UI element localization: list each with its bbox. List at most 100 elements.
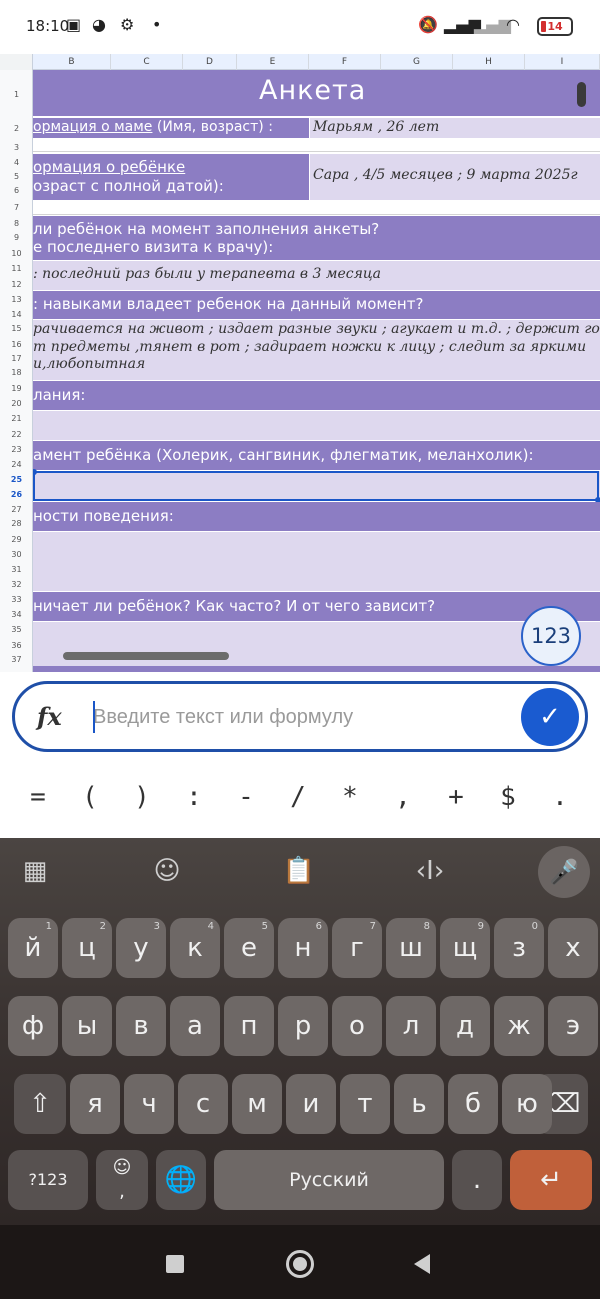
row-header-35[interactable]: 35 (0, 625, 33, 634)
symbol-comma-button[interactable]: , (377, 772, 429, 822)
fx-icon[interactable]: fx (37, 702, 62, 731)
key-3-row3[interactable]: с (178, 1074, 228, 1134)
crying-answer-cell[interactable] (33, 622, 600, 672)
row-header-36[interactable]: 36 (0, 641, 33, 650)
key-5-row2[interactable]: п (224, 996, 274, 1056)
sticker-icon[interactable]: ☺ (146, 850, 188, 892)
period-key[interactable]: . (452, 1150, 502, 1210)
numbers-symbols-key[interactable]: ?123 (8, 1150, 88, 1210)
key-1-row2[interactable]: ф (8, 996, 58, 1056)
row-header-9[interactable]: 9 (0, 233, 33, 242)
clipboard-icon[interactable]: 📋 (278, 850, 320, 892)
spacer-row-7[interactable] (33, 200, 600, 215)
column-header-h[interactable]: H (453, 54, 525, 70)
row-header-24[interactable]: 24 (0, 460, 33, 469)
row-header-5[interactable]: 5 (0, 172, 33, 181)
row-header-10[interactable]: 10 (0, 249, 33, 258)
symbol-minus-button[interactable]: - (220, 772, 272, 822)
column-header-e[interactable]: E (237, 54, 309, 70)
key-10-row1[interactable]: з0 (494, 918, 544, 978)
key-9-row3[interactable]: ю (502, 1074, 552, 1134)
row-header-22[interactable]: 22 (0, 430, 33, 439)
symbol-colon-button[interactable]: : (168, 772, 220, 822)
key-4-row2[interactable]: а (170, 996, 220, 1056)
numeric-keyboard-toggle-button[interactable]: 123 (521, 606, 581, 666)
key-2-row1[interactable]: ц2 (62, 918, 112, 978)
vertical-scroll-thumb[interactable] (577, 82, 586, 107)
key-8-row3[interactable]: б (448, 1074, 498, 1134)
confirm-checkmark-button[interactable]: ✓ (521, 688, 579, 746)
selection-handle-top[interactable] (33, 469, 37, 475)
row-header-34[interactable]: 34 (0, 610, 33, 619)
symbol-dollar-button[interactable]: $ (482, 772, 534, 822)
child-label-cell[interactable]: ормация о ребёнке озраст с полной датой)… (33, 154, 309, 200)
row-header-6[interactable]: 6 (0, 186, 33, 195)
row-header-12[interactable]: 12 (0, 280, 33, 289)
key-8-row1[interactable]: ш8 (386, 918, 436, 978)
row-header-4[interactable]: 4 (0, 158, 33, 167)
row-header-32[interactable]: 32 (0, 580, 33, 589)
horizontal-scroll-thumb[interactable] (63, 652, 229, 660)
key-9-row2[interactable]: д (440, 996, 490, 1056)
row-header-14[interactable]: 14 (0, 310, 33, 319)
child-value-cell[interactable]: Сара , 4/5 месяцев ; 9 марта 2025г (310, 154, 600, 200)
key-3-row2[interactable]: в (116, 996, 166, 1056)
row-header-8[interactable]: 8 (0, 219, 33, 228)
row-header-7[interactable]: 7 (0, 203, 33, 212)
row-header-15[interactable]: 15 (0, 324, 33, 333)
row-header-13[interactable]: 13 (0, 295, 33, 304)
row-header-28[interactable]: 28 (0, 519, 33, 528)
row-header-3[interactable]: 3 (0, 143, 33, 152)
key-10-row2[interactable]: ж (494, 996, 544, 1056)
symbol-plus-button[interactable]: + (430, 772, 482, 822)
row-header-29[interactable]: 29 (0, 535, 33, 544)
select-all-corner[interactable] (0, 54, 33, 70)
crying-question-cell[interactable]: ничает ли ребёнок? Как часто? И от чего … (33, 592, 600, 621)
skills-question-cell[interactable]: : навыками владеет ребенок на данный мом… (33, 291, 600, 319)
row-header-16[interactable]: 16 (0, 340, 33, 349)
key-7-row1[interactable]: г7 (332, 918, 382, 978)
key-1-row3[interactable]: я (70, 1074, 120, 1134)
key-2-row2[interactable]: ы (62, 996, 112, 1056)
column-header-i[interactable]: I (525, 54, 600, 70)
column-header-b[interactable]: B (33, 54, 111, 70)
formula-input[interactable] (93, 698, 493, 736)
behavior-answer-cell[interactable] (33, 532, 600, 591)
symbol-equals-button[interactable]: = (12, 772, 64, 822)
row-header-21[interactable]: 21 (0, 414, 33, 423)
selected-cell[interactable] (33, 469, 600, 503)
row-header-2[interactable]: 2 (0, 124, 33, 133)
key-5-row1[interactable]: е5 (224, 918, 274, 978)
recents-button[interactable] (166, 1255, 184, 1273)
row-header-30[interactable]: 30 (0, 550, 33, 559)
diseases-question-cell[interactable]: лания: (33, 381, 600, 410)
key-11-row2[interactable]: э (548, 996, 598, 1056)
symbol-slash-button[interactable]: / (272, 772, 324, 822)
key-7-row2[interactable]: о (332, 996, 382, 1056)
row-header-31[interactable]: 31 (0, 565, 33, 574)
row-header-17[interactable]: 17 (0, 354, 33, 363)
key-1-row1[interactable]: й1 (8, 918, 58, 978)
key-8-row2[interactable]: л (386, 996, 436, 1056)
back-button[interactable] (414, 1254, 430, 1274)
mic-icon[interactable]: 🎤 (538, 846, 590, 898)
formula-bar[interactable]: fx ✓ (12, 681, 588, 752)
key-5-row3[interactable]: и (286, 1074, 336, 1134)
shift-key[interactable]: ⇧ (14, 1074, 66, 1134)
symbol-asterisk-button[interactable]: * (324, 772, 376, 822)
key-9-row1[interactable]: щ9 (440, 918, 490, 978)
key-7-row3[interactable]: ь (394, 1074, 444, 1134)
symbol-close-paren-button[interactable]: ) (116, 772, 168, 822)
key-6-row1[interactable]: н6 (278, 918, 328, 978)
behavior-question-cell[interactable]: ности поведения: (33, 502, 600, 531)
skills-answer-cell[interactable]: рачивается на живот ; издает разные звук… (33, 320, 600, 380)
globe-language-key[interactable]: 🌐 (156, 1150, 206, 1210)
apps-grid-icon[interactable]: ▦ (14, 850, 56, 892)
symbol-open-paren-button[interactable]: ( (64, 772, 116, 822)
row-header-20[interactable]: 20 (0, 399, 33, 408)
spacer-row-3[interactable] (33, 138, 600, 152)
health-question-cell[interactable]: ли ребёнок на момент заполнения анкеты? … (33, 216, 600, 260)
column-header-c[interactable]: C (111, 54, 183, 70)
diseases-answer-cell[interactable] (33, 411, 600, 440)
home-button[interactable] (286, 1250, 314, 1278)
